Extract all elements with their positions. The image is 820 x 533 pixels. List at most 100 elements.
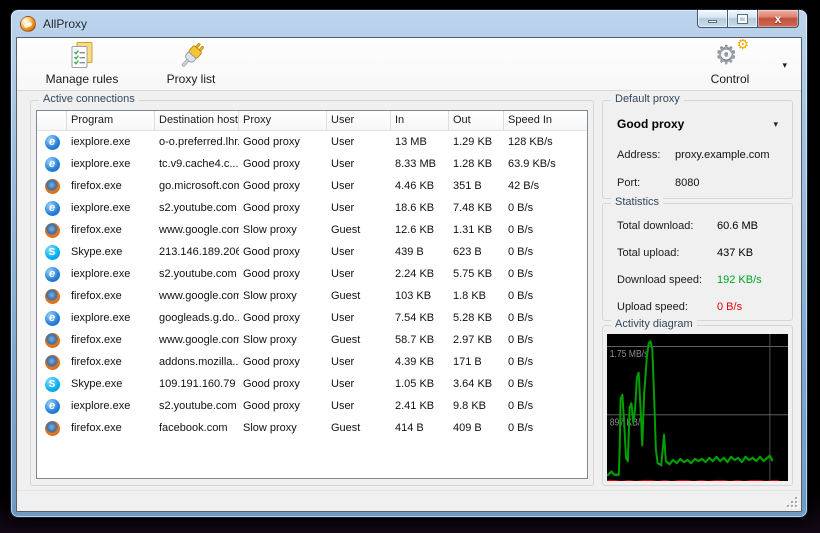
cell-out: 9.8 KB (449, 400, 504, 412)
titlebar[interactable]: AllProxy x (11, 10, 807, 37)
cell-user: Guest (327, 224, 391, 236)
cell-out: 7.48 KB (449, 202, 504, 214)
cell-user: User (327, 356, 391, 368)
cell-out: 1.28 KB (449, 158, 504, 170)
cell-speed: 0 B/s (504, 312, 588, 324)
cell-user: Guest (327, 422, 391, 434)
connection-row[interactable]: firefox.exewww.google.comSlow proxyGuest… (37, 329, 587, 351)
table-header[interactable]: ProgramDestination hostProxyUserInOutSpe… (37, 111, 587, 131)
control-icon: ⚙ ⚙ (715, 41, 745, 71)
total-download-value: 60.6 MB (717, 220, 758, 232)
connection-row[interactable]: eiexplore.exeo-o.preferred.lhr...Good pr… (37, 131, 587, 153)
cell-program: iexplore.exe (67, 158, 155, 170)
cell-host: facebook.com (155, 422, 239, 434)
firefox-program-icon (45, 179, 60, 194)
column-header-icon[interactable] (37, 111, 67, 130)
cell-user: User (327, 312, 391, 324)
connections-table[interactable]: ProgramDestination hostProxyUserInOutSpe… (36, 110, 588, 479)
manage-rules-button[interactable]: Manage rules (39, 41, 125, 89)
column-header-proxy[interactable]: Proxy (239, 111, 327, 130)
ie-program-icon: e (45, 135, 60, 150)
connection-row[interactable]: firefox.exewww.google.comSlow proxyGuest… (37, 285, 587, 307)
desktop-background: AllProxy x (0, 0, 820, 533)
firefox-program-icon (45, 223, 60, 238)
cell-out: 623 B (449, 246, 504, 258)
connection-row[interactable]: eiexplore.exetc.v9.cache4.c....Good prox… (37, 153, 587, 175)
cell-proxy: Good proxy (239, 356, 327, 368)
toolbar: Manage rules (17, 38, 801, 91)
connection-row[interactable]: SSkype.exe109.191.160.79Good proxyUser1.… (37, 373, 587, 395)
connection-row[interactable]: firefox.exewww.google.comSlow proxyGuest… (37, 219, 587, 241)
connection-row[interactable]: eiexplore.exegoogleads.g.do...Good proxy… (37, 307, 587, 329)
column-header-user[interactable]: User (327, 111, 391, 130)
cell-proxy: Good proxy (239, 158, 327, 170)
connection-row[interactable]: SSkype.exe213.146.189.206Good proxyUser4… (37, 241, 587, 263)
connection-row[interactable]: eiexplore.exes2.youtube.comGood proxyUse… (37, 197, 587, 219)
proxy-dropdown-arrow: ▾ (773, 119, 778, 130)
maximize-button[interactable] (727, 10, 757, 28)
minimize-button[interactable] (697, 10, 727, 28)
skype-program-icon: S (45, 245, 60, 260)
cell-host: www.google.com (155, 290, 239, 302)
main-content: Active connections ProgramDestination ho… (17, 92, 801, 490)
cell-in: 103 KB (391, 290, 449, 302)
cell-user: Guest (327, 334, 391, 346)
gear-icon: ⚙ (715, 44, 737, 69)
cell-program: firefox.exe (67, 356, 155, 368)
cell-in: 439 B (391, 246, 449, 258)
cell-user: User (327, 268, 391, 280)
column-header-destination-host[interactable]: Destination host (155, 111, 239, 130)
cell-proxy: Slow proxy (239, 224, 327, 236)
cell-host: www.google.com (155, 224, 239, 236)
column-header-speed-in[interactable]: Speed In (504, 111, 588, 130)
column-header-out[interactable]: Out (449, 111, 504, 130)
cell-host: addons.mozilla.... (155, 356, 239, 368)
cell-host: s2.youtube.com (155, 400, 239, 412)
cell-program: firefox.exe (67, 224, 155, 236)
app-icon (20, 16, 36, 32)
connection-row[interactable]: firefox.exeaddons.mozilla....Good proxyU… (37, 351, 587, 373)
cell-speed: 0 B/s (504, 378, 588, 390)
cell-proxy: Good proxy (239, 180, 327, 192)
close-button[interactable]: x (757, 10, 799, 28)
firefox-program-icon (45, 355, 60, 370)
cell-user: User (327, 180, 391, 192)
cell-user: User (327, 202, 391, 214)
resize-grip[interactable] (786, 496, 797, 507)
cell-in: 2.24 KB (391, 268, 449, 280)
connection-row[interactable]: firefox.exego.microsoft.comGood proxyUse… (37, 175, 587, 197)
selected-proxy-name: Good proxy (617, 117, 684, 131)
ie-program-icon: e (45, 201, 60, 216)
cell-program: Skype.exe (67, 246, 155, 258)
column-header-in[interactable]: In (391, 111, 449, 130)
cell-program: iexplore.exe (67, 268, 155, 280)
manage-rules-label: Manage rules (46, 72, 119, 86)
cell-host: s2.youtube.com (155, 202, 239, 214)
ie-program-icon: e (45, 157, 60, 172)
column-header-program[interactable]: Program (67, 111, 155, 130)
control-button[interactable]: ⚙ ⚙ Control (687, 41, 773, 89)
cell-speed: 0 B/s (504, 268, 588, 280)
upload-speed-value: 0 B/s (717, 301, 742, 313)
cell-proxy: Good proxy (239, 378, 327, 390)
proxy-address-row: Address: proxy.example.com (617, 149, 784, 161)
connection-row[interactable]: eiexplore.exes2.youtube.comGood proxyUse… (37, 263, 587, 285)
ie-program-icon: e (45, 267, 60, 282)
connection-row[interactable]: eiexplore.exes2.youtube.comGood proxyUse… (37, 395, 587, 417)
client-area: Manage rules (16, 37, 802, 512)
cell-speed: 0 B/s (504, 290, 588, 302)
manage-rules-icon (67, 41, 97, 71)
cell-user: User (327, 246, 391, 258)
cell-speed: 128 KB/s (504, 136, 588, 148)
control-dropdown-arrow[interactable]: ▾ (782, 60, 787, 71)
proxy-list-icon (176, 41, 206, 71)
cell-speed: 63.9 KB/s (504, 158, 588, 170)
cell-host: s2.youtube.com (155, 268, 239, 280)
connection-row[interactable]: firefox.exefacebook.comSlow proxyGuest41… (37, 417, 587, 439)
cell-in: 12.6 KB (391, 224, 449, 236)
cell-program: firefox.exe (67, 290, 155, 302)
default-proxy-select[interactable]: Good proxy ▾ (617, 115, 778, 133)
total-upload-label: Total upload: (617, 247, 717, 259)
proxy-list-button[interactable]: Proxy list (148, 41, 234, 89)
cell-proxy: Slow proxy (239, 422, 327, 434)
